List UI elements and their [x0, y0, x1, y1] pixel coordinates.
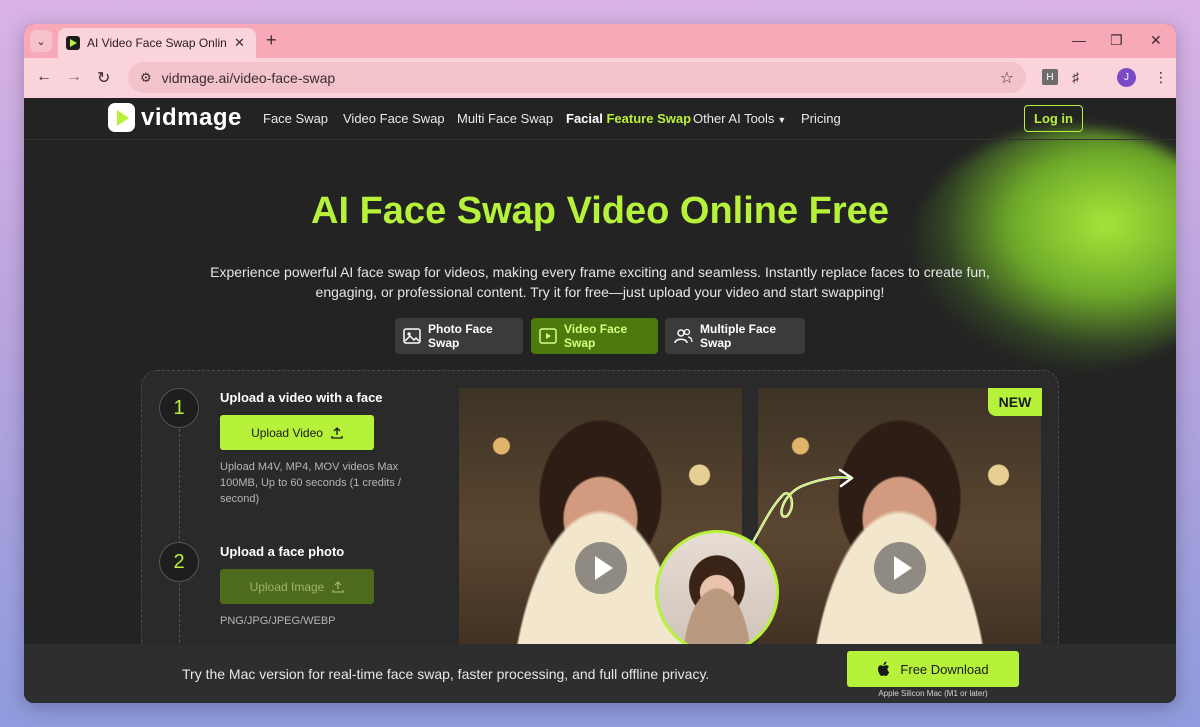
free-download-button[interactable]: Free Download	[847, 651, 1019, 687]
reload-icon[interactable]: ↻	[97, 68, 110, 88]
tab-search-button[interactable]: ⌄	[30, 30, 52, 52]
browser-window: ⌄ AI Video Face Swap Online for F ✕ + — …	[24, 24, 1176, 703]
site-navbar: vidmage Face Swap Video Face Swap Multi …	[24, 98, 1176, 140]
nav-other-ai-tools[interactable]: Other AI Tools ▼	[693, 111, 786, 126]
vidmage-logo[interactable]: vidmage	[108, 103, 242, 132]
video-face-swap-label: Video Face Swap	[564, 322, 628, 350]
chevron-down-icon: ⌄	[36, 35, 46, 48]
step-2-title: Upload a face photo	[220, 544, 345, 559]
step-number-1: 1	[159, 388, 199, 428]
mac-promo-text: Try the Mac version for real-time face s…	[182, 666, 710, 682]
mac-promo-bar: Try the Mac version for real-time face s…	[24, 644, 1176, 703]
upload-video-button[interactable]: Upload Video	[220, 415, 374, 450]
address-bar[interactable]: ⚙ vidmage.ai/video-face-swap ☆	[128, 62, 1026, 93]
nav-facial-feature-swap[interactable]: Facial Feature Swap	[566, 111, 691, 126]
back-icon[interactable]: ←	[36, 68, 52, 86]
url-text[interactable]: vidmage.ai/video-face-swap	[162, 70, 336, 86]
page-subtitle: Experience powerful AI face swap for vid…	[210, 264, 990, 300]
web-page: vidmage Face Swap Video Face Swap Multi …	[24, 98, 1176, 703]
nav-facial-prefix: Facial	[566, 111, 603, 126]
nav-facial-accent: Feature	[606, 111, 654, 126]
bookmark-star-icon[interactable]: ☆	[1000, 68, 1014, 88]
upload-icon	[331, 426, 343, 439]
upload-image-label: Upload Image	[249, 579, 325, 594]
free-download-label: Free Download	[900, 661, 989, 677]
photo-face-swap-button[interactable]: Photo Face Swap	[395, 318, 523, 354]
login-button[interactable]: Log in	[1024, 105, 1083, 132]
play-icon[interactable]	[874, 542, 926, 594]
close-window-icon[interactable]: ✕	[1150, 32, 1162, 49]
nav-face-swap[interactable]: Face Swap	[263, 111, 328, 126]
site-info-icon[interactable]: ⚙	[140, 70, 152, 86]
step-connector	[179, 429, 180, 549]
new-badge: NEW	[988, 388, 1042, 416]
swap-arrow-icon	[750, 468, 854, 546]
upload-video-label: Upload Video	[251, 425, 323, 440]
close-tab-icon[interactable]: ✕	[234, 35, 245, 51]
download-subtext: Apple Silicon Mac (M1 or later)	[878, 689, 988, 698]
browser-menu-icon[interactable]: ⋮	[1154, 69, 1168, 86]
step-1-note: Upload M4V, MP4, MOV videos Max 100MB, U…	[220, 461, 401, 505]
multiple-face-swap-label: Multiple Face Swap	[700, 322, 777, 350]
vidmage-logo-icon	[108, 103, 135, 132]
nav-other-label: Other AI Tools	[693, 111, 775, 126]
tab-strip: ⌄ AI Video Face Swap Online for F ✕ + — …	[24, 24, 1176, 58]
video-face-swap-button[interactable]: Video Face Swap	[531, 318, 658, 354]
profile-avatar[interactable]: J	[1117, 68, 1136, 87]
apple-icon	[878, 661, 890, 676]
page-title: AI Face Swap Video Online Free	[311, 190, 889, 232]
users-icon	[674, 328, 693, 344]
play-icon[interactable]	[575, 542, 627, 594]
step-1-title: Upload a video with a face	[220, 390, 383, 405]
source-face-photo	[655, 530, 779, 654]
step-number-2: 2	[159, 542, 199, 582]
step-2-note: PNG/JPG/JPEG/WEBP	[220, 615, 336, 627]
extensions-puzzle-icon[interactable]: ♯	[1072, 69, 1079, 85]
nav-video-face-swap[interactable]: Video Face Swap	[343, 111, 445, 126]
caret-down-icon: ▼	[777, 115, 787, 125]
nav-facial-suffix: Swap	[657, 111, 692, 126]
image-icon	[403, 328, 421, 344]
forward-icon[interactable]: →	[66, 68, 82, 86]
nav-multi-face-swap[interactable]: Multi Face Swap	[457, 111, 553, 126]
minimize-icon[interactable]: —	[1072, 32, 1086, 48]
decorative-glow	[914, 128, 1176, 368]
new-tab-button[interactable]: +	[266, 30, 277, 51]
multiple-face-swap-button[interactable]: Multiple Face Swap	[665, 318, 805, 354]
video-play-icon	[539, 328, 557, 344]
browser-tab[interactable]: AI Video Face Swap Online for F ✕	[58, 28, 256, 58]
nav-pricing[interactable]: Pricing	[801, 111, 841, 126]
photo-face-swap-label: Photo Face Swap	[428, 322, 493, 350]
vidmage-favicon-icon	[66, 36, 80, 50]
upload-icon	[332, 580, 345, 593]
extension-h-icon[interactable]: H	[1042, 69, 1058, 85]
restore-icon[interactable]: ❐	[1110, 32, 1123, 49]
tab-title: AI Video Face Swap Online for F	[87, 36, 227, 50]
upload-image-button[interactable]: Upload Image	[220, 569, 374, 604]
logo-text: vidmage	[141, 103, 242, 131]
browser-toolbar: ← → ↻ ⚙ vidmage.ai/video-face-swap ☆ H ♯…	[24, 58, 1176, 98]
